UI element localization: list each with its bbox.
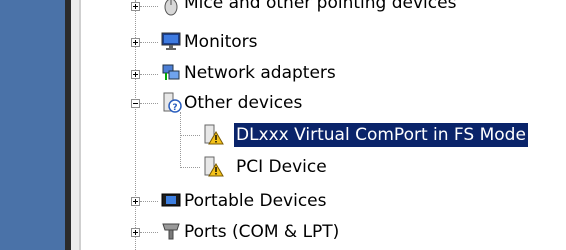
network-adapter-icon xyxy=(160,61,182,83)
tree-item-label[interactable]: Portable Devices xyxy=(182,189,329,213)
expand-button[interactable] xyxy=(131,228,140,237)
expand-button[interactable] xyxy=(131,2,140,11)
tree-line xyxy=(140,103,158,104)
portable-device-icon xyxy=(160,189,182,211)
expand-button[interactable] xyxy=(131,197,140,206)
expand-button[interactable] xyxy=(131,70,140,79)
tree-line xyxy=(180,167,200,168)
tree-item-label[interactable]: Mice and other pointing devices xyxy=(182,0,458,15)
mouse-icon xyxy=(160,0,182,16)
tree-item-label[interactable]: PCI Device xyxy=(234,155,329,179)
tree-line xyxy=(140,6,158,7)
tree-line xyxy=(180,112,181,168)
tree-line xyxy=(140,74,158,75)
port-icon xyxy=(160,220,182,242)
unknown-device-icon: ? xyxy=(160,91,182,113)
panel-splitter[interactable] xyxy=(65,0,81,250)
monitor-icon xyxy=(160,30,182,52)
left-panel-background xyxy=(0,0,65,250)
svg-text:?: ? xyxy=(172,103,177,113)
tree-item-label[interactable]: Ports (COM & LPT) xyxy=(182,220,341,244)
warning-device-icon xyxy=(202,123,224,145)
tree-item-label-selected[interactable]: DLxxx Virtual ComPort in FS Mode xyxy=(234,123,528,147)
tree-line xyxy=(180,135,200,136)
expand-button[interactable] xyxy=(131,38,140,47)
device-tree: Mice and other pointing devices Monitors… xyxy=(82,0,566,250)
tree-item-label[interactable]: Other devices xyxy=(182,91,304,115)
warning-device-icon xyxy=(202,155,224,177)
tree-line xyxy=(140,201,158,202)
tree-line xyxy=(140,42,158,43)
collapse-button[interactable] xyxy=(131,99,140,108)
tree-line xyxy=(140,232,158,233)
tree-item-label[interactable]: Network adapters xyxy=(182,61,338,85)
tree-item-label[interactable]: Monitors xyxy=(182,30,259,54)
